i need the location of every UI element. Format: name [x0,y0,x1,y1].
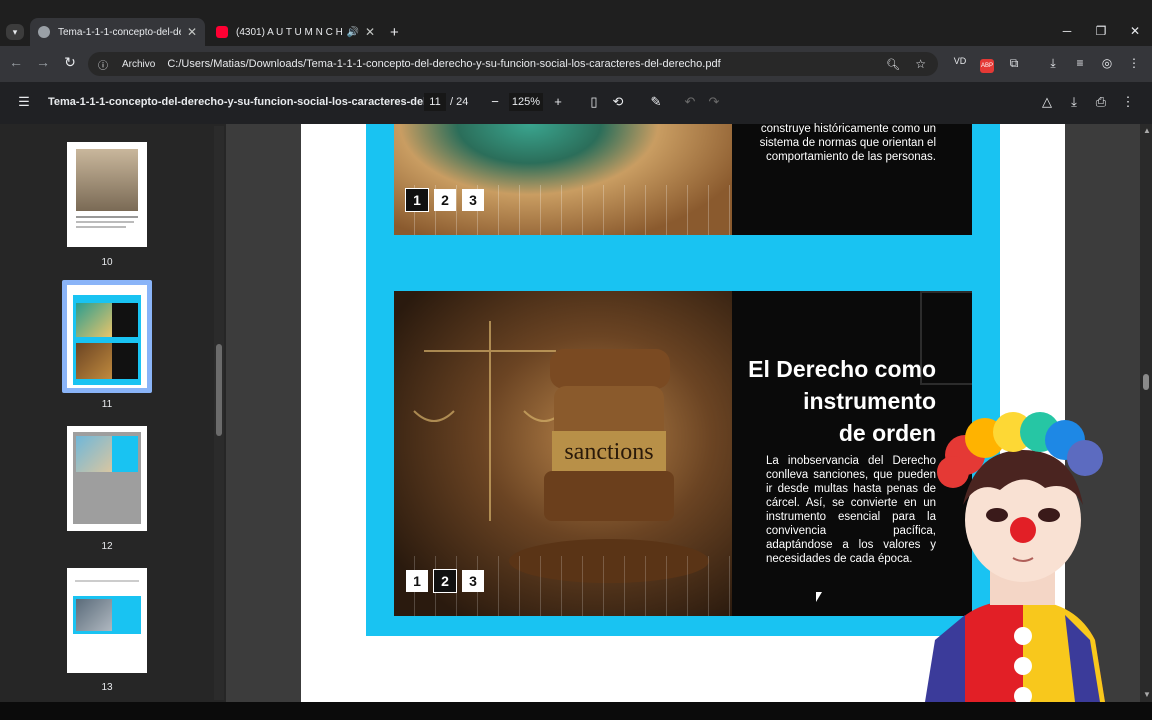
tab-title: Tema-1-1-1-concepto-del-dere [58,26,181,38]
download-icon[interactable]: ⤓ [1043,56,1063,71]
rotate-icon[interactable]: ⟲ [608,94,628,110]
tab-strip: ▾ Tema-1-1-1-concepto-del-dere ✕ (4301) … [0,0,1152,46]
zoom-input[interactable]: 125% [509,93,543,111]
thumbnail-page-11[interactable] [67,285,147,388]
thumbnail-page-12[interactable] [67,426,147,531]
step-3[interactable]: 3 [462,570,484,592]
slide-bottom-photo: sanctions 1 2 3 [394,291,732,616]
slide-top-steps: 1 2 3 [405,188,484,212]
slide-top-text: construye históricamente como un sistema… [759,123,936,163]
drive-icon[interactable]: △ [1037,94,1057,110]
bottom-edge [0,702,1152,720]
info-icon[interactable]: ⓘ [98,57,108,72]
vtuber-avatar [925,412,1105,702]
menu-kebab-icon[interactable]: ⋮ [1124,56,1144,70]
slide-top-panel: construye históricamente como un sistema… [732,123,972,235]
pdf-toolbar: ☰ Tema-1-1-1-concepto-del-derecho-y-su-f… [0,82,1152,125]
close-icon[interactable]: ✕ [365,25,375,39]
fit-page-icon[interactable]: ▯ [584,94,604,110]
extensions-puzzle-icon[interactable]: ⧉ [1004,56,1024,71]
thumbnail-number: 13 [101,682,113,693]
url-text[interactable]: C:/Users/Matias/Downloads/Tema-1-1-1-con… [167,58,720,70]
print-icon[interactable]: ⎙ [1091,94,1111,110]
step-3[interactable]: 3 [462,189,484,211]
restore-button[interactable]: ❐ [1086,24,1116,38]
thumbnail-image [76,149,138,211]
profile-avatar[interactable]: ◎ [1097,56,1117,70]
extension-vd-icon[interactable]: VD [950,56,970,66]
thumbnail-page-13[interactable] [67,568,147,673]
heading-line-1: El Derecho como [748,356,936,382]
pdf-title: Tema-1-1-1-concepto-del-derecho-y-su-fun… [48,96,446,108]
file-chip: Archivo [122,58,156,70]
mouse-cursor [816,592,822,602]
browser-toolbar: ← → ↻ ⓘ Archivo C:/Users/Matias/Download… [0,46,1152,82]
close-window-button[interactable]: ✕ [1120,24,1150,38]
back-icon[interactable]: ← [6,54,26,70]
thumbnail-page-10[interactable] [67,142,147,247]
pdf-download-icon[interactable]: ⤓ [1064,94,1084,110]
speaker-icon[interactable]: 🔊 [346,27,358,38]
tab-title: (4301) A U T U M N C H [236,26,343,38]
step-2[interactable]: 2 [434,189,456,211]
slide-top-photo: 1 2 3 [394,124,732,235]
zoom-out-icon[interactable]: − [485,94,505,109]
viewer-scroll-thumb[interactable] [1143,374,1149,390]
reload-icon[interactable]: ↻ [60,54,80,71]
step-1[interactable]: 1 [405,188,429,212]
slide-bottom-steps: 1 2 3 [406,569,484,593]
thumbnail-number: 11 [101,399,113,410]
step-2[interactable]: 2 [433,569,457,593]
thumbnail-number: 12 [101,541,113,552]
media-queue-icon[interactable]: ≡ [1070,56,1090,70]
minimize-button[interactable]: ─ [1052,24,1082,38]
thumbnail-number: 10 [101,257,113,268]
bookmark-star-icon[interactable]: ☆ [915,57,926,71]
thumbnail-sidebar: 10 11 12 13 [0,124,226,702]
redo-icon[interactable]: ↷ [704,94,724,110]
zoom-in-icon[interactable]: + [548,94,568,109]
page-total: / 24 [450,96,469,108]
tab-search-button[interactable]: ▾ [6,24,24,40]
sidebar-scroll-thumb[interactable] [216,344,222,436]
gavel-label: sanctions [564,439,653,465]
annotate-icon[interactable]: ✎ [646,94,666,110]
forward-icon[interactable]: → [33,54,53,70]
pdf-more-icon[interactable]: ⋮ [1118,94,1138,110]
hamburger-menu-icon[interactable]: ☰ [14,94,34,110]
address-bar[interactable]: ⓘ Archivo C:/Users/Matias/Downloads/Tema… [88,52,938,76]
scroll-up-arrow[interactable]: ▲ [1143,126,1151,135]
new-tab-button[interactable]: + [390,24,399,41]
zoom-icon[interactable]: 🔍︎ [886,58,900,71]
youtube-icon [216,26,228,38]
viewer-scrollbar[interactable]: ▲ ▼ [1140,124,1152,702]
adblock-icon[interactable]: ABP [977,56,997,73]
page-number-input[interactable]: 11 [424,93,446,111]
undo-icon[interactable]: ↶ [680,94,700,110]
tab-youtube[interactable]: (4301) A U T U M N C H 🔊 ✕ [208,18,383,46]
step-1[interactable]: 1 [406,570,428,592]
close-icon[interactable]: ✕ [187,25,197,39]
sidebar-scrollbar[interactable] [214,126,224,700]
tab-pdf[interactable]: Tema-1-1-1-concepto-del-dere ✕ [30,18,205,46]
globe-icon [38,26,50,38]
scroll-down-arrow[interactable]: ▼ [1143,690,1151,699]
